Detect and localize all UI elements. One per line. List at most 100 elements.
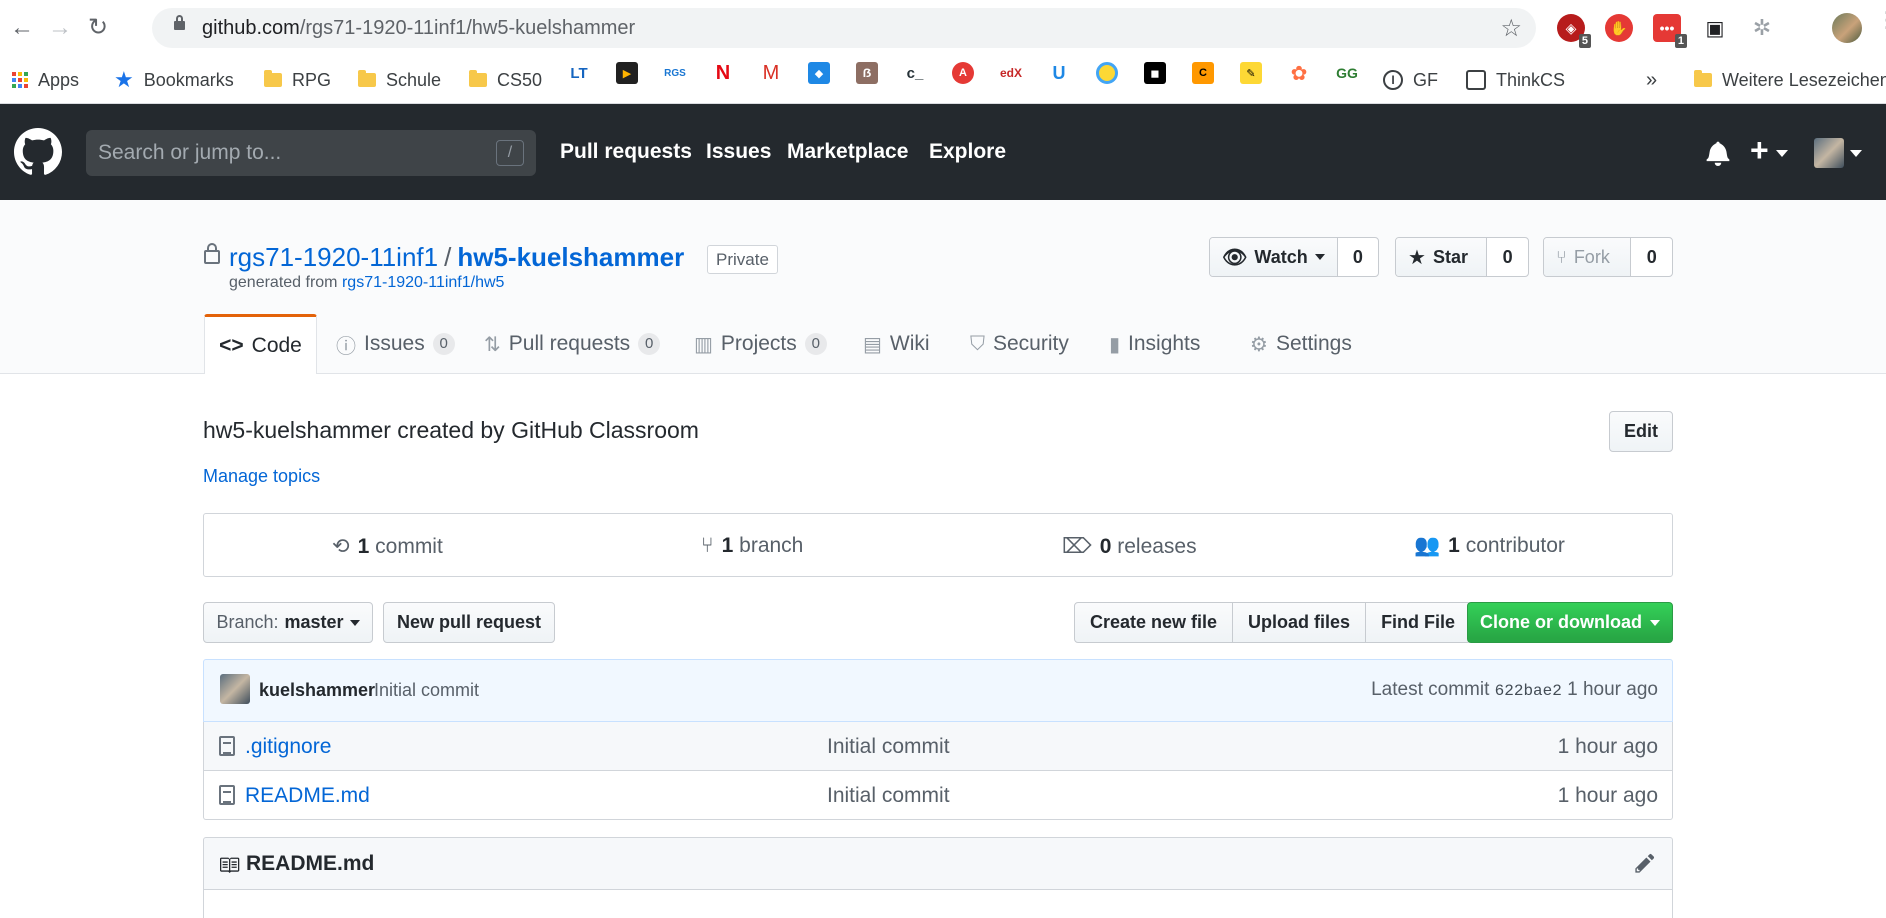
url-text[interactable]: github.com/rgs71-1920-11inf1/hw5-kuelsha… bbox=[202, 17, 635, 40]
address-bar[interactable]: github.com/rgs71-1920-11inf1/hw5-kuelsha… bbox=[152, 8, 1536, 48]
bookmark-folder-weitere[interactable]: Weitere Lesezeichen bbox=[1694, 64, 1886, 96]
nav-issues[interactable]: Issues bbox=[706, 140, 771, 164]
tab-security[interactable]: ⛉ Security bbox=[970, 315, 1069, 373]
dots-extension-icon[interactable]: ••• 1 bbox=[1653, 14, 1687, 48]
bookmark-folder-cs50[interactable]: CS50 bbox=[469, 64, 542, 96]
tab-settings[interactable]: ⚙ Settings bbox=[1250, 315, 1352, 373]
bookmark-label: Bookmarks bbox=[143, 69, 234, 90]
tab-pull-requests[interactable]: ⇅ Pull requests 0 bbox=[484, 315, 661, 373]
tab-issues[interactable]: ⓘ Issues 0 bbox=[336, 315, 455, 373]
github-logo-icon[interactable] bbox=[14, 128, 62, 176]
bookmark-edx-icon[interactable]: edX bbox=[1000, 62, 1022, 84]
pencil-icon[interactable] bbox=[1634, 852, 1656, 874]
tab-projects[interactable]: ▥ Projects 0 bbox=[694, 315, 827, 373]
branch-select-button[interactable]: Branch: master bbox=[203, 602, 373, 643]
fork-count[interactable]: 0 bbox=[1631, 238, 1672, 276]
puzzle-extension-icon[interactable]: ✲ bbox=[1748, 14, 1776, 42]
watch-button[interactable]: 👁 Watch bbox=[1210, 238, 1338, 276]
forward-arrow-icon[interactable]: → bbox=[46, 14, 74, 42]
bookmark-swirl-icon[interactable]: ✿ bbox=[1288, 62, 1310, 85]
nav-explore[interactable]: Explore bbox=[929, 140, 1006, 164]
summary-commits[interactable]: ⟲ 1 commit bbox=[332, 534, 443, 559]
bookmark-bookmarks[interactable]: ★ Bookmarks bbox=[114, 64, 234, 96]
bookmark-udacity-icon[interactable]: U bbox=[1048, 62, 1070, 84]
summary-branches[interactable]: ⑂ 1 branch bbox=[701, 534, 803, 558]
summary-releases[interactable]: ⌦ 0 releases bbox=[1062, 534, 1197, 559]
create-new-plus-icon[interactable]: + bbox=[1750, 134, 1769, 166]
fork-button-group: ⑂ Fork 0 bbox=[1543, 237, 1673, 277]
template-repo-link[interactable]: rgs71-1920-11inf1/hw5 bbox=[342, 274, 504, 291]
bookmark-apps[interactable]: Apps bbox=[12, 64, 79, 96]
tab-label: Insights bbox=[1128, 332, 1201, 355]
chrome-menu-icon[interactable]: ⋮ bbox=[1876, 9, 1886, 40]
bookmark-box-icon[interactable]: ◆ bbox=[808, 62, 830, 84]
find-file-button[interactable]: Find File bbox=[1366, 603, 1470, 642]
repo-owner-link[interactable]: rgs71-1920-11inf1 bbox=[229, 242, 438, 272]
bookmark-gmail-icon[interactable]: M bbox=[760, 62, 782, 84]
summary-contributors[interactable]: 👥 1 contributor bbox=[1414, 534, 1565, 558]
bookmark-rgs-icon[interactable]: RGS bbox=[664, 62, 686, 84]
bookmarks-overflow-chevron-icon[interactable]: » bbox=[1646, 64, 1657, 96]
star-button[interactable]: ★ Star bbox=[1396, 238, 1488, 276]
bookmark-khan-icon[interactable]: ◼ bbox=[1144, 62, 1166, 84]
create-dropdown-caret-icon[interactable] bbox=[1776, 150, 1788, 157]
bookmark-gfg-icon[interactable]: GG bbox=[1336, 62, 1358, 84]
notification-bell-icon[interactable] bbox=[1706, 140, 1730, 166]
bookmark-folder-rpg[interactable]: RPG bbox=[264, 64, 331, 96]
file-name-link[interactable]: README.md bbox=[245, 784, 370, 808]
bookmark-folder-schule[interactable]: Schule bbox=[358, 64, 441, 96]
search-input[interactable] bbox=[98, 130, 478, 176]
bookmark-codecademy-icon[interactable]: c_ bbox=[904, 62, 926, 84]
clone-or-download-button[interactable]: Clone or download bbox=[1467, 602, 1673, 643]
repo-path-separator: / bbox=[444, 242, 452, 272]
nav-pull-requests[interactable]: Pull requests bbox=[560, 140, 692, 164]
bookmark-netflix-icon[interactable]: N bbox=[712, 62, 734, 84]
folder-icon bbox=[1694, 70, 1712, 87]
extension-badge: 5 bbox=[1578, 34, 1591, 48]
user-dropdown-caret-icon[interactable] bbox=[1850, 150, 1862, 157]
edit-description-button[interactable]: Edit bbox=[1609, 411, 1673, 452]
fork-button[interactable]: ⑂ Fork bbox=[1544, 238, 1632, 276]
star-count[interactable]: 0 bbox=[1487, 238, 1528, 276]
bookmark-thinkcs[interactable]: ThinkCS bbox=[1466, 64, 1565, 96]
commit-author-link[interactable]: kuelshammer bbox=[259, 680, 375, 701]
picture-in-picture-icon[interactable]: ▣ bbox=[1701, 14, 1729, 42]
bookmark-coursera-icon[interactable]: C bbox=[1192, 62, 1214, 84]
bookmark-languagetool-icon[interactable]: LT bbox=[568, 62, 590, 84]
file-commit-message[interactable]: Initial commit bbox=[827, 784, 950, 808]
upload-files-button[interactable]: Upload files bbox=[1233, 603, 1367, 642]
bookmark-pencil-icon[interactable]: ✎ bbox=[1240, 62, 1262, 84]
commit-sha-link[interactable]: 622bae2 bbox=[1495, 682, 1562, 700]
new-pull-request-button[interactable]: New pull request bbox=[383, 602, 555, 643]
bookmark-angular-icon[interactable]: A bbox=[952, 62, 974, 84]
extension-badge: 1 bbox=[1674, 34, 1687, 48]
reload-icon[interactable]: ↻ bbox=[84, 14, 112, 42]
nav-marketplace[interactable]: Marketplace bbox=[787, 140, 908, 164]
tab-code[interactable]: <> Code bbox=[204, 314, 317, 374]
back-arrow-icon[interactable]: ← bbox=[8, 14, 36, 42]
commit-message-link[interactable]: Initial commit bbox=[374, 680, 479, 701]
tab-counter: 0 bbox=[638, 333, 661, 355]
tab-wiki[interactable]: ▤ Wiki bbox=[863, 315, 930, 373]
bookmark-gf[interactable]: I GF bbox=[1383, 64, 1438, 96]
user-avatar[interactable] bbox=[1814, 138, 1844, 168]
tab-insights[interactable]: ▮ Insights bbox=[1109, 315, 1200, 373]
watch-count[interactable]: 0 bbox=[1338, 238, 1378, 276]
summary-count: 1 bbox=[357, 534, 370, 558]
bookmark-video-icon[interactable]: ▶ bbox=[616, 62, 638, 84]
create-new-file-button[interactable]: Create new file bbox=[1075, 603, 1234, 642]
repo-name-link[interactable]: hw5-kuelshammer bbox=[457, 242, 684, 272]
adblock-extension-icon[interactable]: ✋ bbox=[1605, 14, 1633, 42]
manage-topics-link[interactable]: Manage topics bbox=[203, 466, 320, 487]
commit-author-avatar[interactable] bbox=[220, 674, 250, 704]
url-path: /rgs71-1920-11inf1/hw5-kuelshammer bbox=[299, 17, 636, 39]
ublock-extension-icon[interactable]: ◈ 5 bbox=[1557, 14, 1591, 48]
file-commit-message[interactable]: Initial commit bbox=[827, 735, 950, 759]
bookmark-pe-icon[interactable]: ẞ bbox=[856, 62, 878, 84]
bookmark-circle-icon[interactable] bbox=[1096, 62, 1118, 84]
file-name-link[interactable]: .gitignore bbox=[245, 735, 331, 759]
chrome-profile-avatar[interactable] bbox=[1832, 13, 1862, 43]
graph-icon: ▮ bbox=[1109, 333, 1121, 356]
bookmark-star-icon[interactable]: ☆ bbox=[1500, 14, 1522, 43]
code-icon: <> bbox=[219, 333, 244, 357]
